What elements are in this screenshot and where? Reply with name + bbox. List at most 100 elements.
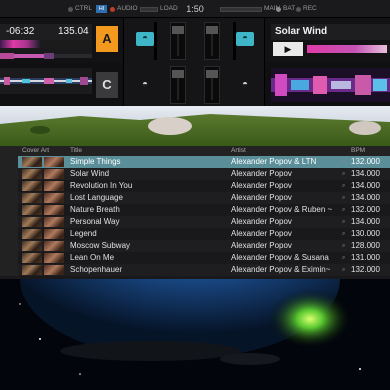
clock: 1:50 [186, 4, 204, 14]
cover-art-thumbnail [20, 240, 66, 252]
ctrl-dot-icon [68, 6, 73, 12]
deck-a-overview-wave[interactable] [0, 48, 92, 59]
main-meter [220, 6, 262, 12]
track-row[interactable]: Moscow Subway Alexander Popov ⌕ 128.000 [0, 240, 390, 252]
track-row[interactable]: Legend Alexander Popov ⌕ 130.000 [0, 228, 390, 240]
track-title: Revolution In You [70, 181, 133, 190]
cover-art-image [22, 205, 42, 215]
track-bpm: 134.000 [351, 193, 380, 202]
search-icon[interactable]: ⌕ [342, 228, 345, 240]
deck-b-headphone-icon[interactable]: ◓ [236, 32, 254, 46]
search-icon[interactable]: ⌕ [342, 204, 345, 216]
cover-art-thumbnail [20, 180, 66, 192]
track-artist: Alexander Popov & Susana [231, 253, 329, 262]
deck-a-position-bar[interactable] [0, 40, 92, 48]
row-marker [0, 240, 18, 252]
row-marker [0, 156, 18, 168]
search-icon[interactable]: ⌕ [342, 264, 345, 276]
track-bpm: 134.000 [351, 181, 380, 190]
track-row[interactable]: Revolution In You Alexander Popov ⌕ 134.000 [0, 180, 390, 192]
deck-a-focus-button[interactable]: A [96, 26, 118, 52]
cover-art-image [22, 217, 42, 227]
cover-art-thumbnail [20, 156, 66, 168]
deck-a-headphone-icon[interactable]: ◓ [136, 32, 154, 46]
landscape-image [0, 106, 390, 146]
fader-cap[interactable] [172, 26, 184, 34]
track-bpm: 132.000 [351, 205, 380, 214]
load-meter [140, 6, 158, 12]
cover-art-image [22, 229, 42, 239]
deck-b-play-button[interactable]: ▶ [273, 42, 303, 56]
column-title[interactable]: Title [70, 147, 82, 154]
search-icon[interactable]: ⌕ [342, 168, 345, 180]
track-artist: Alexander Popov [231, 241, 292, 250]
search-icon[interactable]: ⌕ [342, 240, 345, 252]
search-icon[interactable]: ⌕ [342, 156, 345, 168]
cover-art-thumbnail [20, 228, 66, 240]
search-icon[interactable]: ⌕ [342, 192, 345, 204]
deck-d-wave-icon [271, 68, 390, 102]
channel-b-volume-fader[interactable] [204, 22, 220, 60]
cover-art-image [22, 157, 42, 167]
cover-art-image [44, 193, 64, 203]
cover-art-image [22, 265, 42, 275]
cover-art-image [22, 253, 42, 263]
cover-art-image [44, 205, 64, 215]
deck-a-bpm: 135.04 [58, 26, 89, 37]
level-meter [233, 22, 236, 60]
main-level: MAIN [220, 3, 280, 15]
track-row[interactable]: Nature Breath Alexander Popov & Ruben ~ ⌕ 1… [0, 204, 390, 216]
cover-art-image [44, 169, 64, 179]
search-icon[interactable]: ⌕ [342, 216, 345, 228]
browser-header: Cover Art Title Artist BPM [0, 146, 390, 156]
track-row[interactable]: Solar Wind Alexander Popov ⌕ 134.000 [0, 168, 390, 180]
channel-c-volume-fader[interactable] [170, 66, 186, 104]
deck-d-waveform[interactable] [271, 68, 390, 102]
column-artist[interactable]: Artist [231, 147, 246, 154]
track-row[interactable]: Personal Way Alexander Popov ⌕ 134.000 [0, 216, 390, 228]
track-row[interactable]: Simple Things Alexander Popov & LTN ⌕ 132.0… [0, 156, 390, 168]
background-landscape [0, 106, 390, 146]
channel-d-volume-fader[interactable] [204, 66, 220, 104]
track-row[interactable]: Lean On Me Alexander Popov & Susana ⌕ 131.0… [0, 252, 390, 264]
search-icon[interactable]: ⌕ [342, 252, 345, 264]
track-artist: Alexander Popov & Ruben ~ [231, 205, 333, 214]
deck-a-wave-icon [0, 53, 92, 59]
track-bpm: 131.000 [351, 253, 380, 262]
track-bpm: 132.000 [351, 265, 380, 274]
channel-a-volume-fader[interactable] [170, 22, 186, 60]
fader-cap[interactable] [206, 70, 218, 78]
audio-indicator: AUDIO [110, 3, 138, 15]
search-icon[interactable]: ⌕ [342, 180, 345, 192]
cover-art-thumbnail [20, 216, 66, 228]
record-button[interactable]: REC [296, 3, 317, 15]
cover-art-image [44, 241, 64, 251]
deck-a-position-fill [0, 40, 40, 48]
cover-art-image [44, 217, 64, 227]
track-row[interactable]: Lost Language Alexander Popov ⌕ 134.000 [0, 192, 390, 204]
bat-label: BAT [283, 5, 296, 12]
row-marker [0, 264, 18, 276]
cover-art-thumbnail [20, 168, 66, 180]
deck-b-position-bar[interactable] [307, 45, 390, 53]
fader-cap[interactable] [172, 70, 184, 78]
deck-c-headphone-icon[interactable]: ◓ [136, 78, 154, 92]
cover-art-thumbnail [20, 252, 66, 264]
track-row[interactable]: Schopenhauer Alexander Popov & Eximin~ ⌕ 13… [0, 264, 390, 276]
deck-b-position-fill [307, 45, 387, 53]
hid-badge: HI [96, 5, 107, 13]
background-space [0, 279, 390, 390]
cover-art-image [44, 157, 64, 167]
fader-cap[interactable] [206, 26, 218, 34]
track-artist: Alexander Popov [231, 169, 292, 178]
deck-d-headphone-icon[interactable]: ◓ [236, 78, 254, 92]
deck-c-focus-button[interactable]: C [96, 72, 118, 98]
track-title: Legend [70, 229, 97, 238]
column-bpm[interactable]: BPM [351, 147, 365, 154]
deck-b-title: Solar Wind [275, 26, 328, 37]
column-cover-art[interactable]: Cover Art [22, 147, 49, 154]
record-icon [296, 6, 301, 12]
deck-c-waveform[interactable] [0, 68, 92, 94]
track-artist: Alexander Popov [231, 217, 292, 226]
track-bpm: 134.000 [351, 217, 380, 226]
